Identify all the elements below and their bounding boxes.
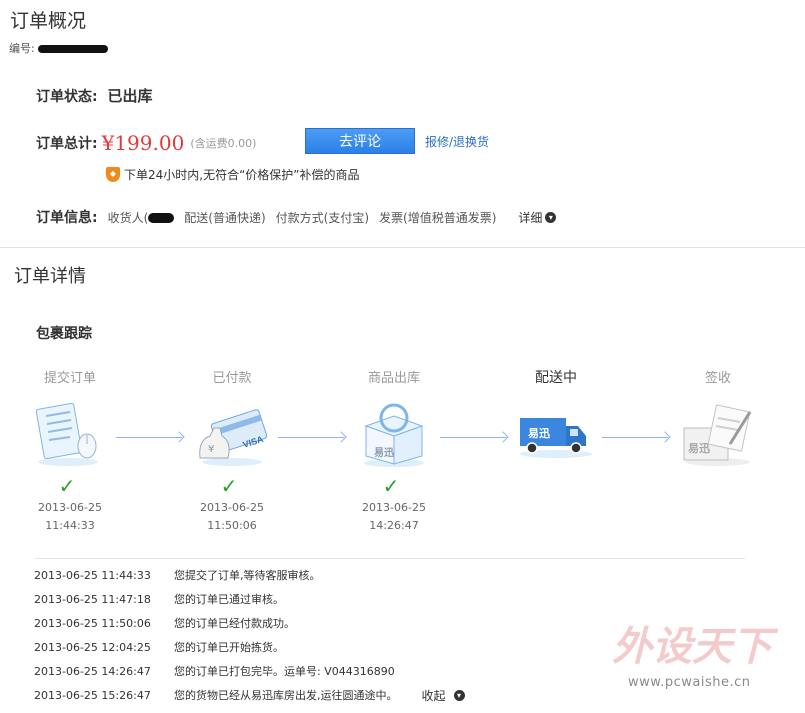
redacted-order-number — [38, 45, 109, 53]
log-time: 2013-06-25 15:26:47 — [34, 688, 151, 702]
order-status-value: 已出库 — [107, 87, 153, 105]
receiver-info: 收货人( — [108, 209, 175, 226]
step-date: 2013-06-25 — [200, 501, 264, 514]
svg-text:外设天下: 外设天下 — [612, 624, 779, 670]
order-status-row: 订单状态: 已出库 — [36, 85, 152, 106]
log-message: 您的货物已经从易迅库房出发,运往圆通途中。 — [174, 689, 398, 702]
check-icon: ✓ — [382, 474, 400, 498]
chevron-up-icon: ▾ — [453, 689, 465, 701]
page-title: 订单概况 — [10, 10, 87, 32]
order-status-label: 订单状态: — [36, 89, 98, 105]
receiver-label: 收货人( — [107, 210, 149, 225]
step-time: 14:26:47 — [369, 519, 419, 532]
step-arrow — [602, 437, 668, 438]
sign-receipt-icon: 易迅 — [683, 404, 752, 466]
invoice-info: 发票(增值税普通发票) — [379, 210, 497, 225]
step-label-outbound: 商品出库 — [367, 371, 420, 386]
redacted-receiver — [148, 213, 175, 223]
log-divider — [35, 558, 745, 559]
payment-card-icon: VISA ¥ — [199, 409, 268, 466]
log-row: 2013-06-25 15:26:47 您的货物已经从易迅库房出发,运往圆通途中… — [34, 683, 465, 707]
svg-text:易迅: 易迅 — [374, 446, 394, 459]
order-total-price: ¥199.00 — [101, 131, 185, 155]
package-box-icon: 易迅 — [364, 403, 424, 467]
notice-text: 下单24小时内,无符合“价格保护”补偿的商品 — [124, 168, 360, 182]
order-info-label: 订单信息: — [36, 210, 98, 226]
log-row: 2013-06-25 11:50:06 您的订单已经付款成功。 — [34, 611, 295, 635]
payment-info: 付款方式(支付宝) — [275, 210, 370, 225]
package-tracking-title: 包裹跟踪 — [36, 326, 92, 342]
svg-text:¥: ¥ — [208, 444, 214, 455]
step-date: 2013-06-25 — [38, 501, 102, 514]
section-divider — [0, 247, 805, 248]
log-message: 您的订单已打包完毕。运单号: V044316890 — [174, 665, 395, 678]
review-button[interactable]: 去评论 — [305, 128, 415, 154]
order-details-title: 订单详情 — [14, 266, 86, 287]
delivery-truck-icon: 易迅 — [520, 418, 592, 458]
step-date: 2013-06-25 — [362, 501, 426, 514]
order-info-row: 订单信息: 收货人( 配送(普通快递) 付款方式(支付宝) 发票(增值税普通发票… — [36, 207, 557, 227]
log-message: 您提交了订单,等待客服审核。 — [174, 569, 321, 582]
detail-toggle[interactable]: 详细 ▾ — [518, 209, 557, 226]
step-label-paid: 已付款 — [212, 371, 252, 386]
step-arrow — [440, 437, 506, 438]
log-row: 2013-06-25 11:47:18 您的订单已通过审核。 — [34, 587, 284, 611]
log-row: 2013-06-25 14:26:47 您的订单已打包完毕。运单号: V0443… — [34, 659, 395, 683]
collapse-label: 收起 — [421, 688, 446, 703]
svg-text:易迅: 易迅 — [528, 427, 550, 440]
log-message: 您的订单已经付款成功。 — [174, 617, 295, 630]
log-time: 2013-06-25 11:44:33 — [34, 568, 151, 582]
order-number: 编号: — [9, 40, 109, 56]
collapse-toggle[interactable]: 收起 ▾ — [422, 687, 465, 704]
step-arrow — [278, 437, 344, 438]
step-time: 11:50:06 — [207, 519, 257, 532]
order-form-icon — [35, 402, 98, 466]
step-time: 11:44:33 — [45, 519, 95, 532]
svg-text:易迅: 易迅 — [688, 442, 710, 455]
watermark-logo: 外设天下 — [612, 624, 779, 670]
log-time: 2013-06-25 11:50:06 — [34, 616, 151, 630]
step-date-paid: 2013-06-25 11:50:06 — [177, 499, 287, 535]
log-message: 您的订单已通过审核。 — [174, 593, 284, 606]
step-date-submit: 2013-06-25 11:44:33 — [15, 499, 125, 535]
log-row: 2013-06-25 11:44:33 您提交了订单,等待客服审核。 — [34, 563, 321, 587]
check-icon: ✓ — [220, 474, 238, 498]
step-label-delivering: 配送中 — [535, 370, 577, 386]
step-date-outbound: 2013-06-25 14:26:47 — [339, 499, 449, 535]
shipping-fee: (含运费0.00) — [190, 137, 257, 150]
chevron-down-icon: ▾ — [545, 211, 557, 223]
log-time: 2013-06-25 14:26:47 — [34, 664, 151, 678]
watermark-url: www.pcwaishe.cn — [628, 675, 751, 690]
price-protection-notice: ◆ 下单24小时内,无符合“价格保护”补偿的商品 — [106, 166, 360, 183]
log-time: 2013-06-25 11:47:18 — [34, 592, 151, 606]
detail-toggle-label: 详细 — [518, 210, 543, 225]
order-total-label: 订单总计: — [36, 136, 98, 152]
log-message: 您的订单已开始拣货。 — [174, 641, 284, 654]
repair-return-link[interactable]: 报修/退换货 — [425, 133, 489, 150]
delivery-info: 配送(普通快递) — [184, 210, 266, 225]
shield-icon: ◆ — [106, 167, 120, 182]
check-icon: ✓ — [58, 474, 76, 498]
log-time: 2013-06-25 12:04:25 — [34, 640, 151, 654]
log-row: 2013-06-25 12:04:25 您的订单已开始拣货。 — [34, 635, 284, 659]
order-number-label: 编号: — [9, 42, 35, 55]
step-arrow — [116, 437, 182, 438]
step-label-submit: 提交订单 — [43, 371, 96, 386]
step-label-signed: 签收 — [704, 371, 731, 386]
order-total-row: 订单总计: ¥199.00 (含运费0.00) — [36, 131, 256, 155]
